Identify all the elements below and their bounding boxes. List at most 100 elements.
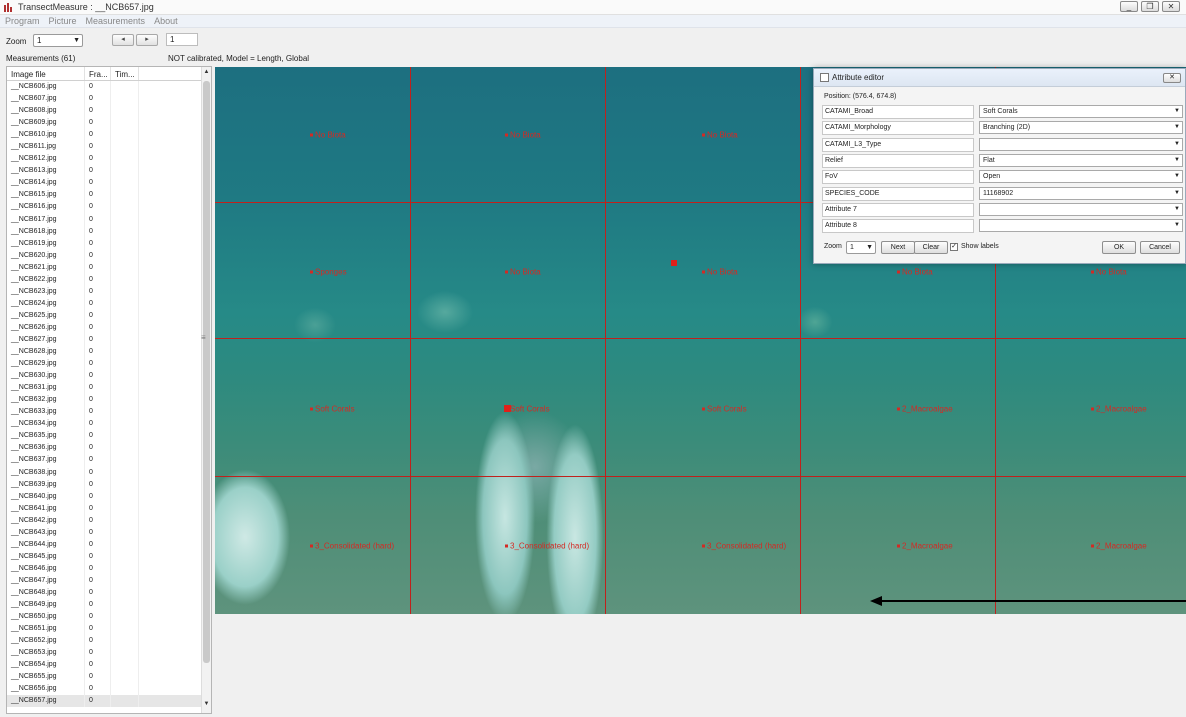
point-label[interactable]: 2_Macroalgae — [897, 542, 953, 551]
list-row[interactable]: __NCB632.jpg 0 — [7, 394, 202, 407]
list-row[interactable]: __NCB624.jpg 0 — [7, 297, 202, 310]
list-row[interactable]: __NCB630.jpg 0 — [7, 370, 202, 383]
restore-button[interactable]: ❐ — [1141, 1, 1159, 12]
list-row[interactable]: __NCB649.jpg 0 — [7, 599, 202, 612]
list-row[interactable]: __NCB608.jpg 0 — [7, 105, 202, 118]
list-row[interactable]: __NCB619.jpg 0 — [7, 237, 202, 250]
column-header-image-file[interactable]: Image file — [7, 67, 85, 80]
attribute-value-select[interactable]: ▼ — [979, 137, 1183, 151]
attribute-name-field[interactable]: FoV — [822, 170, 974, 185]
list-row[interactable]: __NCB618.jpg 0 — [7, 225, 202, 238]
minimize-button[interactable]: _ — [1120, 1, 1138, 12]
point-label[interactable]: 2_Macroalgae — [1091, 405, 1147, 414]
point-label[interactable]: 3_Consolidated (hard) — [310, 542, 394, 551]
attribute-value-select[interactable]: Branching (2D) ▼ — [979, 121, 1183, 135]
list-row[interactable]: __NCB641.jpg 0 — [7, 502, 202, 515]
list-row[interactable]: __NCB642.jpg 0 — [7, 514, 202, 527]
attribute-name-field[interactable]: CATAMI_Morphology — [822, 121, 974, 136]
list-row[interactable]: __NCB627.jpg 0 — [7, 333, 202, 347]
scroll-up-icon[interactable]: ▲ — [202, 69, 211, 79]
list-row[interactable]: __NCB638.jpg 0 — [7, 466, 202, 479]
point-label[interactable]: No Biota — [702, 268, 738, 277]
list-row[interactable]: __NCB637.jpg 0 — [7, 454, 202, 467]
point-label[interactable]: 3_Consolidated (hard) — [505, 542, 589, 551]
point-label[interactable]: 3_Consolidated (hard) — [702, 542, 786, 551]
attribute-name-field[interactable]: CATAMI_L3_Type — [822, 137, 974, 152]
list-row[interactable]: __NCB648.jpg 0 — [7, 586, 202, 600]
list-row[interactable]: __NCB652.jpg 0 — [7, 635, 202, 648]
list-row[interactable]: __NCB656.jpg 0 — [7, 683, 202, 696]
list-row[interactable]: __NCB626.jpg 0 — [7, 321, 202, 334]
next-button[interactable]: Next — [881, 241, 915, 254]
list-row[interactable]: __NCB609.jpg 0 — [7, 117, 202, 130]
point-label[interactable]: No Biota — [702, 131, 738, 140]
list-row[interactable]: __NCB623.jpg 0 — [7, 285, 202, 298]
zoom-select[interactable]: 1 ▼ — [33, 34, 83, 47]
attribute-value-select[interactable]: ▼ — [979, 219, 1183, 233]
list-row[interactable]: __NCB617.jpg 0 — [7, 213, 202, 226]
attribute-value-select[interactable]: 11168902 ▼ — [979, 186, 1183, 200]
close-button[interactable]: ✕ — [1162, 1, 1180, 12]
list-row[interactable]: __NCB643.jpg 0 — [7, 526, 202, 539]
point-label[interactable]: Soft Corals — [310, 405, 355, 414]
attribute-value-select[interactable]: ▼ — [979, 202, 1183, 216]
image-file-list[interactable]: Image file Fra... Tim... __NCB606.jpg 0 __… — [6, 66, 212, 714]
next-frame-button[interactable]: ▸ — [136, 34, 158, 46]
previous-frame-button[interactable]: ◂ — [112, 34, 134, 46]
list-row[interactable]: __NCB606.jpg 0 — [7, 81, 202, 94]
list-row[interactable]: __NCB653.jpg 0 — [7, 647, 202, 660]
scroll-down-icon[interactable]: ▼ — [202, 701, 211, 711]
attribute-value-select[interactable]: Soft Corals ▼ — [979, 105, 1183, 118]
ok-button[interactable]: OK — [1102, 241, 1136, 254]
list-row[interactable]: __NCB628.jpg 0 — [7, 346, 202, 359]
point-label[interactable]: No Biota — [310, 131, 346, 140]
point-label[interactable]: No Biota — [505, 131, 541, 140]
attribute-name-field[interactable]: CATAMI_Broad — [822, 105, 974, 119]
attribute-name-field[interactable]: Attribute 7 — [822, 202, 974, 217]
list-row[interactable]: __NCB613.jpg 0 — [7, 165, 202, 178]
menu-measurements[interactable]: Measurements — [81, 16, 150, 26]
list-row[interactable]: __NCB639.jpg 0 — [7, 478, 202, 491]
point-label[interactable]: 2_Macroalgae — [897, 405, 953, 414]
edited-point-marker[interactable] — [504, 405, 511, 412]
attribute-name-field[interactable]: SPECIES_CODE — [822, 186, 974, 201]
point-label[interactable]: 2_Macroalgae — [1091, 542, 1147, 551]
list-row[interactable]: __NCB644.jpg 0 — [7, 538, 202, 551]
list-row[interactable]: __NCB655.jpg 0 — [7, 671, 202, 684]
attribute-name-field[interactable]: Attribute 8 — [822, 219, 974, 234]
list-row[interactable]: __NCB610.jpg 0 — [7, 129, 202, 142]
list-row[interactable]: __NCB625.jpg 0 — [7, 309, 202, 322]
menu-program[interactable]: Program — [0, 16, 44, 26]
splitter-handle[interactable]: ≡ — [201, 333, 206, 342]
point-label[interactable]: Sponges — [310, 268, 347, 277]
list-row[interactable]: __NCB636.jpg 0 — [7, 442, 202, 455]
point-label[interactable]: No Biota — [1091, 268, 1127, 277]
point-label[interactable]: Soft Corals — [505, 405, 550, 414]
point-label[interactable]: No Biota — [505, 268, 541, 277]
show-labels-checkbox[interactable]: ✓ — [950, 243, 958, 251]
list-row[interactable]: __NCB647.jpg 0 — [7, 574, 202, 587]
list-row[interactable]: __NCB622.jpg 0 — [7, 273, 202, 286]
column-header-time[interactable]: Tim... — [111, 67, 139, 80]
list-row[interactable]: __NCB620.jpg 0 — [7, 249, 202, 262]
attribute-name-field[interactable]: Relief — [822, 153, 974, 168]
list-row[interactable]: __NCB654.jpg 0 — [7, 659, 202, 672]
attribute-value-select[interactable]: Open ▼ — [979, 170, 1183, 184]
list-row[interactable]: __NCB631.jpg 0 — [7, 382, 202, 395]
list-row[interactable]: __NCB621.jpg 0 — [7, 261, 202, 274]
list-row[interactable]: __NCB612.jpg 0 — [7, 153, 202, 166]
dialog-close-button[interactable]: ✕ — [1163, 73, 1181, 83]
list-row[interactable]: __NCB657.jpg 0 — [7, 695, 202, 708]
list-row[interactable]: __NCB615.jpg 0 — [7, 189, 202, 202]
list-row[interactable]: __NCB611.jpg 0 — [7, 141, 202, 154]
attribute-value-select[interactable]: Flat ▼ — [979, 153, 1183, 167]
list-row[interactable]: __NCB650.jpg 0 — [7, 611, 202, 624]
cancel-button[interactable]: Cancel — [1140, 241, 1180, 254]
point-label[interactable]: No Biota — [897, 268, 933, 277]
point-label[interactable]: Soft Corals — [702, 405, 747, 414]
list-scrollbar[interactable]: ▲ ▼ — [201, 67, 211, 713]
list-row[interactable]: __NCB646.jpg 0 — [7, 562, 202, 575]
menu-about[interactable]: About — [149, 16, 182, 26]
list-row[interactable]: __NCB616.jpg 0 — [7, 201, 202, 214]
list-row[interactable]: __NCB635.jpg 0 — [7, 430, 202, 443]
